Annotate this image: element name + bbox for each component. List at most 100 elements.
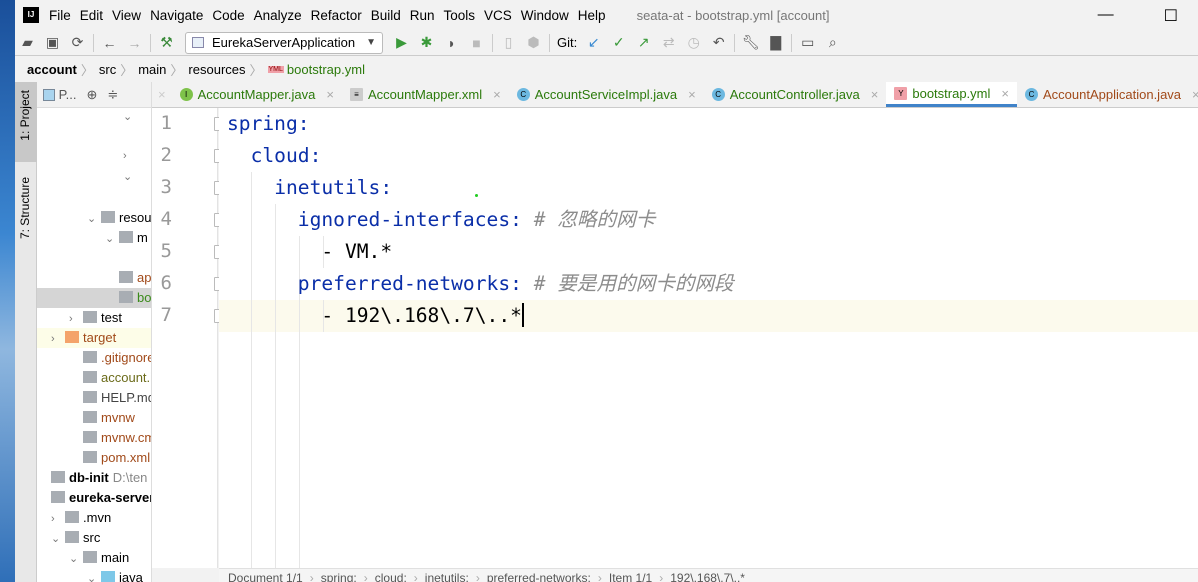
yaml-path-item[interactable]: inetutils: — [425, 571, 469, 582]
menu-run[interactable]: Run — [410, 8, 435, 23]
chevron-down-icon[interactable]: ⌄ — [69, 549, 83, 569]
tree-item[interactable]: eureka-server — [37, 488, 151, 508]
tab-bootstrap-yml[interactable]: Ybootstrap.yml × — [886, 82, 1017, 107]
project-tool-window-button[interactable]: 1: Project — [18, 90, 32, 141]
structure-tool-window-button[interactable]: 7: Structure — [18, 177, 32, 239]
menu-window[interactable]: Window — [521, 8, 569, 23]
yaml-path-item[interactable]: cloud: — [375, 571, 407, 582]
menu-build[interactable]: Build — [371, 8, 401, 23]
tree-item[interactable]: › test — [37, 308, 151, 329]
chevron-down-icon[interactable]: ⌄ — [87, 569, 101, 582]
menu-tools[interactable]: Tools — [444, 8, 476, 23]
chevron-down-icon[interactable]: ⌄ — [105, 229, 119, 249]
tree-item[interactable]: .gitignore — [37, 348, 151, 368]
tree-item[interactable]: ⌄ src — [37, 528, 151, 549]
tree-item[interactable]: mvnw — [37, 408, 151, 428]
yaml-path-item[interactable]: Item 1/1 — [609, 571, 652, 582]
settings-wrench-icon[interactable]: 🔧︎ — [738, 34, 763, 51]
tab-accountcontroller-java[interactable]: C AccountController.java × — [704, 82, 887, 107]
chevron-right-icon[interactable]: › — [51, 509, 65, 529]
build-hammer-icon[interactable]: ⚒ — [154, 34, 179, 51]
terminal-icon[interactable]: ▭ — [795, 34, 820, 51]
tree-item[interactable]: › target — [37, 328, 151, 349]
menu-vcs[interactable]: VCS — [484, 8, 512, 23]
stop-icon[interactable]: ■ — [464, 35, 489, 51]
chevron-down-icon[interactable]: ⌄ — [87, 209, 101, 229]
close-tab-icon[interactable]: × — [1192, 87, 1198, 102]
breadcrumb-item[interactable]: account — [27, 62, 77, 77]
tree-item[interactable]: ⌄ m — [37, 228, 151, 249]
project-structure-icon[interactable]: ▇ — [763, 34, 788, 51]
close-icon[interactable]: × — [152, 82, 172, 107]
chevron-down-icon[interactable]: ⌄ — [123, 110, 137, 123]
sync-icon[interactable]: ⟳ — [65, 34, 90, 51]
chevron-right-icon[interactable]: › — [51, 329, 65, 349]
tree-item[interactable]: ⌄ main — [37, 548, 151, 569]
code-editor[interactable]: spring: cloud: inetutils: ignored-interf… — [219, 108, 1198, 568]
tree-item[interactable]: › .mvn — [37, 508, 151, 529]
menu-code[interactable]: Code — [212, 8, 244, 23]
yaml-path-item[interactable]: spring: — [321, 571, 357, 582]
build-artifacts-icon[interactable]: ⬢ — [521, 34, 546, 51]
git-commit-icon[interactable]: ✓ — [606, 34, 631, 51]
tree-item[interactable]: ap — [37, 268, 151, 288]
yaml-key: inetutils: — [274, 176, 393, 199]
close-tab-icon[interactable]: × — [871, 87, 879, 102]
yaml-path-item[interactable]: 192\.168\.7\..* — [670, 571, 745, 582]
attach-debugger-icon[interactable]: ▯ — [496, 34, 521, 51]
search-icon[interactable]: ⌕ — [820, 34, 845, 51]
close-tab-icon[interactable]: × — [688, 87, 696, 102]
tree-item[interactable]: HELP.md — [37, 388, 151, 408]
menu-navigate[interactable]: Navigate — [150, 8, 203, 23]
run-icon[interactable]: ▶ — [389, 34, 414, 51]
breadcrumb-item[interactable]: resources — [188, 62, 245, 77]
chevron-down-icon[interactable]: ⌄ — [51, 529, 65, 549]
yaml-path-item[interactable]: Document 1/1 — [228, 571, 303, 582]
coverage-icon[interactable]: ◗ — [439, 35, 464, 51]
chevron-right-icon[interactable]: › — [69, 309, 83, 329]
tree-item[interactable]: pom.xml — [37, 448, 151, 468]
close-tab-icon[interactable]: × — [493, 87, 501, 102]
git-push-icon[interactable]: ↗ — [631, 34, 656, 51]
menu-help[interactable]: Help — [578, 8, 606, 23]
yml-file-icon: Y — [894, 86, 908, 100]
menu-view[interactable]: View — [112, 8, 141, 23]
yaml-path-item[interactable]: preferred-networks: — [487, 571, 591, 582]
chevron-down-icon[interactable]: ⌄ — [123, 170, 137, 183]
menu-analyze[interactable]: Analyze — [254, 8, 302, 23]
locate-file-icon[interactable]: ⊕ — [86, 87, 97, 103]
close-tab-icon[interactable]: × — [326, 87, 334, 102]
save-icon[interactable]: ▣ — [40, 34, 65, 51]
close-tab-icon[interactable]: × — [1001, 86, 1009, 101]
tree-item[interactable]: ⌄ java — [37, 568, 151, 582]
forward-icon[interactable]: → — [122, 35, 147, 51]
tree-item[interactable]: ⌄ resou — [37, 208, 151, 229]
git-rollback-icon[interactable]: ↶ — [706, 34, 731, 51]
git-compare-icon[interactable]: ⇄ — [656, 34, 681, 51]
collapse-all-icon[interactable]: ≑ — [107, 87, 118, 103]
maximize-button[interactable]: ☐ — [1164, 6, 1178, 26]
minimize-button[interactable]: — — [1098, 6, 1114, 26]
tab-accountmapper-xml[interactable]: ≡ AccountMapper.xml × — [342, 82, 509, 107]
git-history-icon[interactable]: ◷ — [681, 34, 706, 51]
debug-icon[interactable]: ✱ — [414, 34, 439, 51]
breadcrumb-item[interactable]: bootstrap.yml — [287, 62, 365, 77]
project-view-dropdown[interactable]: P... — [43, 87, 76, 102]
tree-item[interactable]: bo — [37, 288, 151, 308]
tab-accountmapper-java[interactable]: I AccountMapper.java × — [172, 82, 342, 107]
menu-edit[interactable]: Edit — [80, 8, 103, 23]
tab-accountapplication-java[interactable]: C AccountApplication.java × — [1017, 82, 1198, 107]
run-configuration-dropdown[interactable]: EurekaServerApplication ▼ — [185, 31, 383, 54]
git-update-icon[interactable]: ↙ — [581, 34, 606, 51]
tab-accountserviceimpl-java[interactable]: C AccountServiceImpl.java × — [509, 82, 704, 107]
open-folder-icon[interactable]: ▰ — [15, 34, 40, 51]
menu-refactor[interactable]: Refactor — [311, 8, 362, 23]
tree-item[interactable]: account.iml — [37, 368, 151, 388]
breadcrumb-item[interactable]: src — [99, 62, 116, 77]
menu-file[interactable]: File — [49, 8, 71, 23]
tree-item[interactable]: db-init D:\ten — [37, 468, 151, 488]
breadcrumb-item[interactable]: main — [138, 62, 166, 77]
back-icon[interactable]: ← — [97, 35, 122, 51]
chevron-right-icon[interactable]: › — [123, 150, 137, 162]
tree-item[interactable]: mvnw.cmd — [37, 428, 151, 448]
